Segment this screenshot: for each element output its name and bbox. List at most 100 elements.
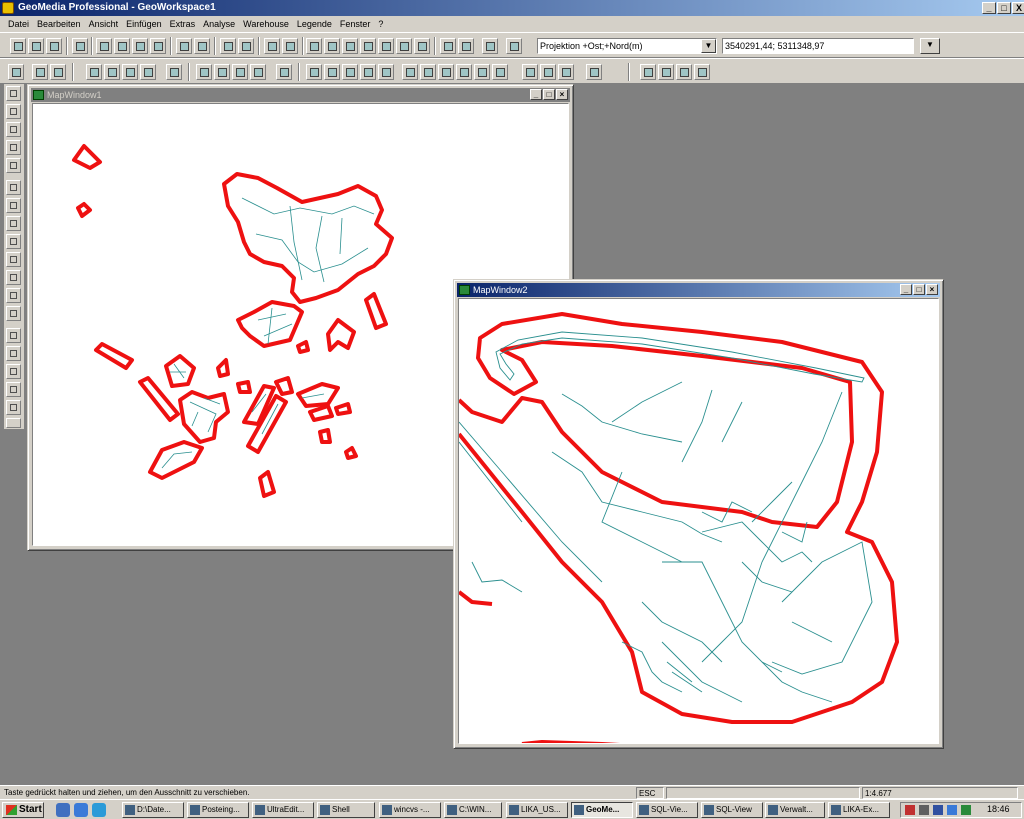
- task-button-12[interactable]: LIKA-Ex...: [828, 802, 890, 818]
- vertical-tool-11-icon[interactable]: [6, 270, 21, 285]
- task-button-4[interactable]: Shell: [317, 802, 375, 818]
- warehouse-icon[interactable]: [220, 38, 236, 54]
- vertical-tool-7-icon[interactable]: [6, 198, 21, 213]
- context-help-icon[interactable]: [506, 38, 522, 54]
- coordinate-readout-dropdown-icon[interactable]: ▼: [920, 38, 940, 54]
- style-icon[interactable]: [558, 64, 574, 80]
- task-button-7[interactable]: LIKA_US...: [506, 802, 568, 818]
- maximize-button[interactable]: □: [997, 2, 1011, 14]
- map-window-2-minimize-button[interactable]: _: [900, 284, 912, 295]
- menu-fenster[interactable]: Fenster: [336, 17, 375, 31]
- vertical-tool-5-icon[interactable]: [6, 158, 21, 173]
- fit-view-icon[interactable]: [414, 38, 430, 54]
- task-button-6[interactable]: C:\WIN...: [444, 802, 502, 818]
- copy-feature-icon[interactable]: [250, 64, 266, 80]
- fit-all-icon[interactable]: [360, 38, 376, 54]
- task-button-10[interactable]: SQL-View: [701, 802, 763, 818]
- pan-icon[interactable]: [396, 38, 412, 54]
- task-button-3[interactable]: UltraEdit...: [252, 802, 314, 818]
- feature-select-icon[interactable]: [32, 64, 48, 80]
- vertical-tool-3-icon[interactable]: [6, 122, 21, 137]
- layout-tool-5-icon[interactable]: [166, 64, 182, 80]
- menu-ansicht[interactable]: Ansicht: [85, 17, 123, 31]
- internet-explorer-icon[interactable]: [74, 803, 88, 817]
- attribute-icon[interactable]: [276, 64, 292, 80]
- vertical-tool-1-icon[interactable]: [6, 86, 21, 101]
- vertical-tool-12-icon[interactable]: [6, 288, 21, 303]
- menu-einfuegen[interactable]: Einfügen: [122, 17, 166, 31]
- tray-app-icon[interactable]: [905, 805, 915, 815]
- zoom-area-icon[interactable]: [342, 38, 358, 54]
- circle-icon[interactable]: [456, 64, 472, 80]
- redo-icon[interactable]: [194, 38, 210, 54]
- vertical-tool-8-icon[interactable]: [6, 216, 21, 231]
- zoom-out-icon[interactable]: [324, 38, 340, 54]
- draw-line-icon[interactable]: [306, 64, 322, 80]
- new-map-window-icon[interactable]: [440, 38, 456, 54]
- close-button[interactable]: X: [1012, 2, 1024, 14]
- coordinate-system-select[interactable]: Projektion +Ost;+Nord(m): [537, 38, 717, 54]
- globe-icon[interactable]: [947, 805, 957, 815]
- intersect-icon[interactable]: [658, 64, 674, 80]
- split-icon[interactable]: [378, 64, 394, 80]
- edit-geometry-icon[interactable]: [196, 64, 212, 80]
- map-window-2-close-button[interactable]: ×: [926, 284, 938, 295]
- task-button-2[interactable]: Posteing...: [187, 802, 249, 818]
- paste-icon[interactable]: [132, 38, 148, 54]
- shield-icon[interactable]: [933, 805, 943, 815]
- map-window-2[interactable]: MapWindow2 _ □ ×: [453, 279, 944, 749]
- snap-icon[interactable]: [586, 64, 602, 80]
- arc-icon[interactable]: [438, 64, 454, 80]
- print-icon[interactable]: [72, 38, 88, 54]
- network-icon[interactable]: [919, 805, 929, 815]
- coordinate-readout-field[interactable]: 3540291,44; 5311348,97: [722, 38, 914, 54]
- open-workspace-icon[interactable]: [28, 38, 44, 54]
- vertical-tool-6-icon[interactable]: [6, 180, 21, 195]
- refresh-icon[interactable]: [282, 38, 298, 54]
- vertical-tool-10-icon[interactable]: [6, 252, 21, 267]
- vertical-tool-15-icon[interactable]: [6, 346, 21, 361]
- insert-feature-icon[interactable]: [50, 64, 66, 80]
- properties-icon[interactable]: [482, 38, 498, 54]
- minimize-button[interactable]: _: [982, 2, 996, 14]
- map-window-2-title-bar[interactable]: MapWindow2 _ □ ×: [457, 283, 940, 297]
- layout-tool-1-icon[interactable]: [86, 64, 102, 80]
- fill-point-icon[interactable]: [474, 64, 490, 80]
- task-button-9[interactable]: SQL-Vie...: [636, 802, 698, 818]
- menu-legende[interactable]: Legende: [293, 17, 336, 31]
- extend-icon[interactable]: [420, 64, 436, 80]
- move-feature-icon[interactable]: [232, 64, 248, 80]
- select-set-icon[interactable]: [264, 38, 280, 54]
- show-desktop-icon[interactable]: [56, 803, 70, 817]
- delete-icon[interactable]: [150, 38, 166, 54]
- start-button[interactable]: Start: [2, 802, 44, 818]
- layout-tool-3-icon[interactable]: [122, 64, 138, 80]
- zoom-in-icon[interactable]: [306, 38, 322, 54]
- map-canvas-2[interactable]: [458, 298, 939, 744]
- menu-bearbeiten[interactable]: Bearbeiten: [33, 17, 85, 31]
- trim-icon[interactable]: [402, 64, 418, 80]
- menu-extras[interactable]: Extras: [166, 17, 200, 31]
- new-workspace-icon[interactable]: [10, 38, 26, 54]
- task-button-1[interactable]: D:\Date...: [122, 802, 184, 818]
- vertical-tool-2-icon[interactable]: [6, 104, 21, 119]
- new-data-window-icon[interactable]: [458, 38, 474, 54]
- clock[interactable]: 18:46: [987, 804, 1010, 814]
- coordinate-system-dropdown-icon[interactable]: ▼: [701, 39, 716, 53]
- task-button-geomedia[interactable]: GeoMe...: [571, 802, 633, 818]
- monitor-icon[interactable]: [961, 805, 971, 815]
- construct-icon[interactable]: [640, 64, 656, 80]
- menu-analyse[interactable]: Analyse: [199, 17, 239, 31]
- vertical-tool-13-icon[interactable]: [6, 306, 21, 321]
- vertical-tool-4-icon[interactable]: [6, 140, 21, 155]
- menu-help[interactable]: ?: [374, 17, 387, 31]
- menu-warehouse[interactable]: Warehouse: [239, 17, 293, 31]
- task-button-11[interactable]: Verwalt...: [765, 802, 825, 818]
- outlook-icon[interactable]: [92, 803, 106, 817]
- vertical-tool-close-icon[interactable]: [6, 418, 21, 428]
- vertical-tool-17-icon[interactable]: [6, 382, 21, 397]
- layout-tool-4-icon[interactable]: [140, 64, 156, 80]
- insert-text-icon[interactable]: [360, 64, 376, 80]
- copy-icon[interactable]: [114, 38, 130, 54]
- map-window-2-restore-button[interactable]: □: [913, 284, 925, 295]
